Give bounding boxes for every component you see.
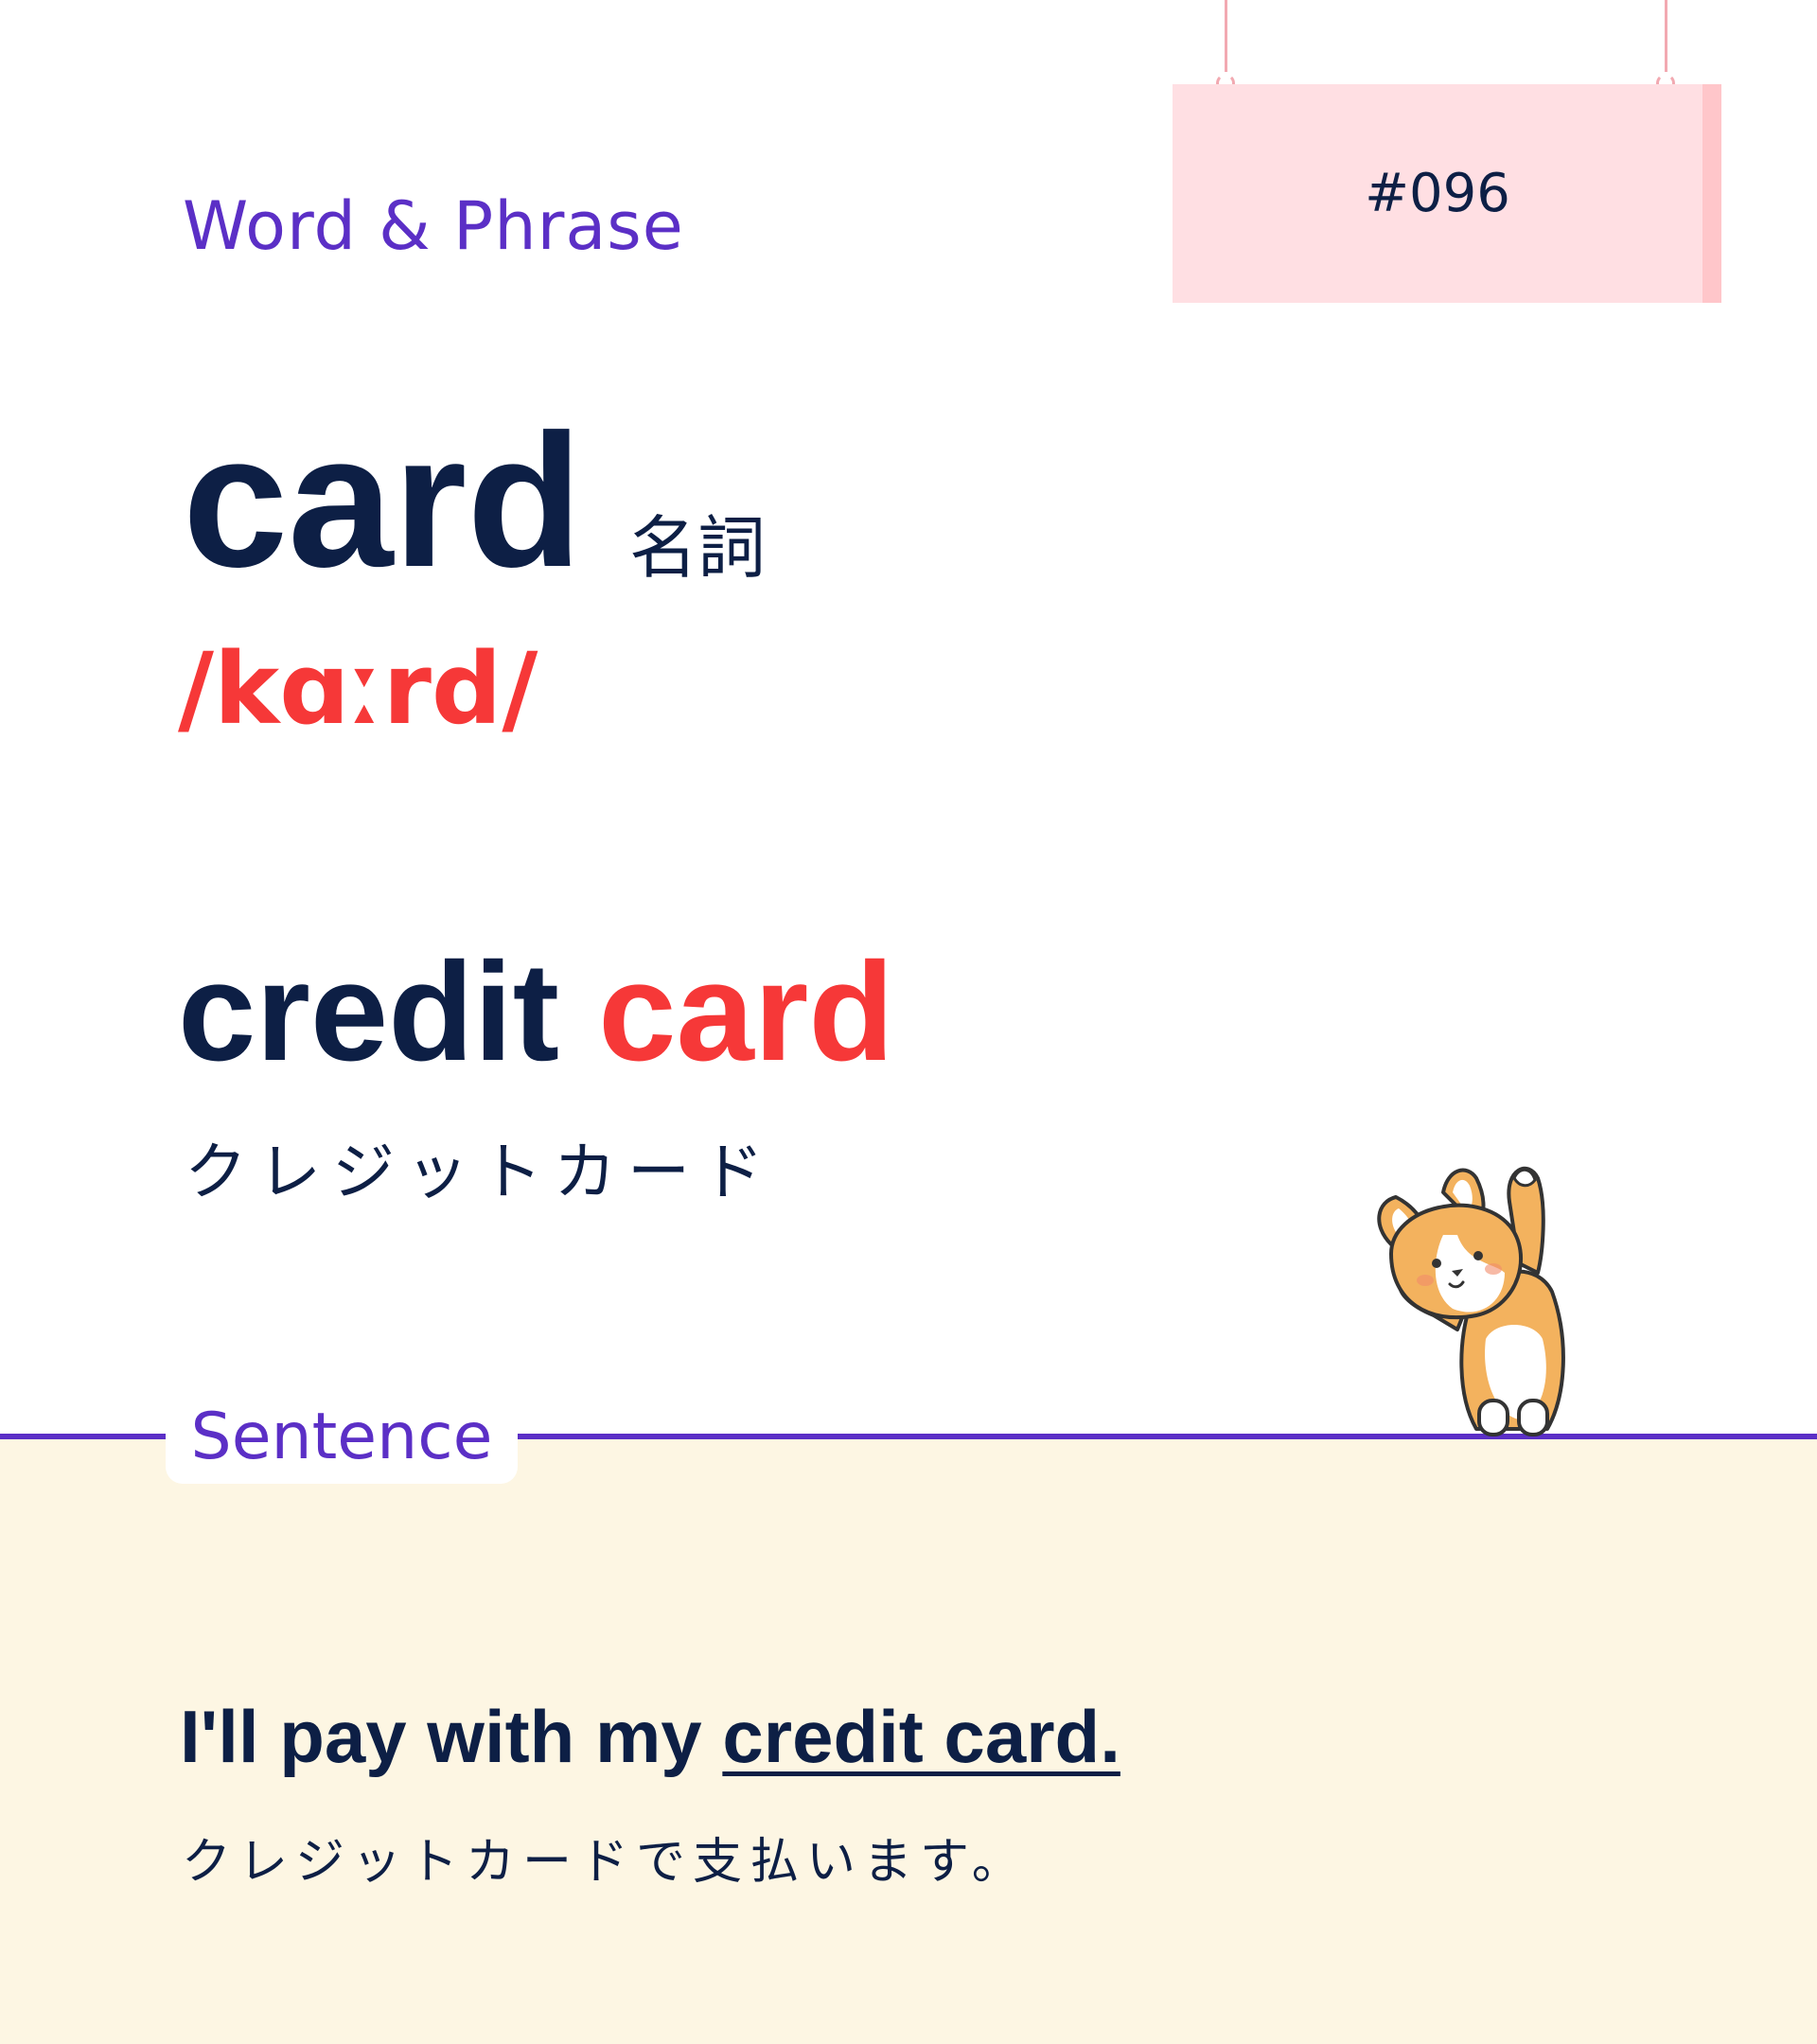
sign-string-right [1665,0,1667,72]
headword: card [183,396,583,607]
entry-number: #096 [1365,163,1510,224]
phrase-translation: クレジットカード [185,1136,775,1208]
example-sentence: I'll pay with my credit card. [180,1694,1120,1779]
part-of-speech: 名詞 [629,508,767,588]
sentence-underlined: credit card. [722,1695,1120,1778]
sentence-translation: クレジットカードで支払います。 [182,1834,1029,1891]
corgi-icon [1377,1166,1565,1436]
pronunciation: /kɑːrd/ [178,631,538,747]
phrase-highlight: card [598,934,894,1090]
sentence-prefix: I'll pay with my [180,1695,723,1778]
section-label-word-phrase: Word & Phrase [183,187,684,265]
phrase: credit card [178,937,894,1088]
sign-string-left [1225,0,1227,72]
phrase-prefix: credit [178,934,599,1090]
number-sign-edge [1702,84,1721,303]
sentence-label: Sentence [190,1399,493,1474]
